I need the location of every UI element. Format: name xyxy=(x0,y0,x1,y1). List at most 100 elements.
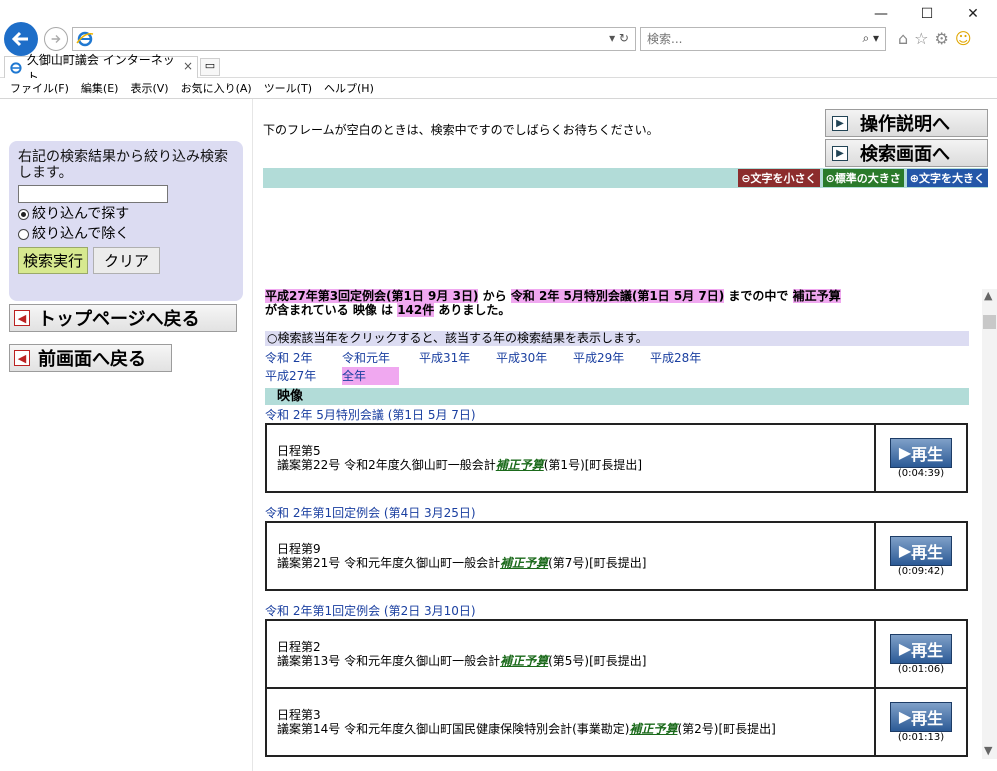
tab-close-icon[interactable]: × xyxy=(183,59,193,73)
video-duration: (0:01:13) xyxy=(897,731,945,743)
forward-button[interactable] xyxy=(44,27,68,51)
top-page-label: トップページへ戻る xyxy=(38,309,200,330)
tool-icons: ⌂ ☆ ⚙ ☺ xyxy=(898,29,972,48)
meeting-link[interactable]: 令和 2年 5月特別会議 (第1日 5月 7日) xyxy=(265,407,969,423)
clear-button[interactable]: クリア xyxy=(93,247,161,274)
play-label: 再生 xyxy=(911,542,944,562)
arrow-left-icon xyxy=(11,31,28,47)
result-summary: 平成27年第3回定例会(第1日 9月 3日) から 令和 2年 5月特別会議(第… xyxy=(265,289,969,317)
agenda-label: 日程第9 xyxy=(277,542,321,556)
new-tab-button[interactable]: ▭ xyxy=(200,58,220,76)
year-link[interactable]: 平成28年 xyxy=(650,349,707,367)
record-row: 日程第2 議案第13号 令和元年度久御山町一般会計補正予算(第5号)[町長提出]… xyxy=(265,619,968,689)
scroll-up-icon[interactable]: ▲ xyxy=(984,289,992,302)
play-button[interactable]: ▶ 再生 xyxy=(890,633,952,664)
keyword-highlight: 補正予算 xyxy=(495,458,544,472)
keyword-highlight: 補正予算 xyxy=(629,722,678,736)
range-word: までの中で xyxy=(724,289,793,303)
address-bar[interactable]: ▾ ↻ xyxy=(72,27,636,51)
radio-unchecked-icon[interactable] xyxy=(18,228,29,240)
year-link[interactable]: 令和 2年 xyxy=(265,349,322,367)
play-icon: ▶ xyxy=(898,541,912,560)
play-icon: ▶ xyxy=(898,443,912,462)
filter-panel: 右記の検索結果から絞り込み検索します。 絞り込んで探す 絞り込んで除く 検索実行… xyxy=(9,141,243,301)
browser-search-input[interactable] xyxy=(647,31,827,47)
left-frame: 右記の検索結果から絞り込み検索します。 絞り込んで探す 絞り込んで除く 検索実行… xyxy=(0,99,253,771)
tab-bar: 久御山町議会 インターネット... × ▭ xyxy=(0,53,997,84)
vertical-scrollbar[interactable]: ▲ ▼ xyxy=(982,289,997,759)
execute-search-button[interactable]: 検索実行 xyxy=(18,247,89,274)
smiley-icon[interactable]: ☺ xyxy=(955,29,972,48)
agenda-label: 日程第3 xyxy=(277,708,321,722)
agenda-label: 日程第5 xyxy=(277,444,321,458)
wait-message: 下のフレームが空白のときは、検索中ですのでしばらくお待ちください。 xyxy=(263,123,659,137)
prev-page-label: 前画面へ戻る xyxy=(38,349,146,370)
play-button[interactable]: ▶ 再生 xyxy=(890,701,952,732)
menu-tools[interactable]: ツール(T) xyxy=(264,80,312,96)
play-button[interactable]: ▶ 再生 xyxy=(890,437,952,468)
home-icon[interactable]: ⌂ xyxy=(898,29,908,48)
radio-narrow[interactable]: 絞り込んで探す xyxy=(18,205,234,223)
year-link[interactable]: 平成30年 xyxy=(496,349,553,367)
play-icon: ▶ xyxy=(898,639,912,658)
right-frame: 下のフレームが空白のときは、検索中ですのでしばらくお待ちください。 ▶ 操作説明… xyxy=(254,99,997,771)
from-word: から xyxy=(478,289,511,303)
bill-suffix: (第7号)[町長提出] xyxy=(548,556,647,570)
menu-favorites[interactable]: お気に入り(A) xyxy=(181,80,252,96)
meeting-link[interactable]: 令和 2年第1回定例会 (第2日 3月10日) xyxy=(265,603,969,619)
menu-help[interactable]: ヘルプ(H) xyxy=(324,80,374,96)
play-label: 再生 xyxy=(911,444,944,464)
star-icon[interactable]: ☆ xyxy=(914,29,928,48)
bill-suffix: (第1号)[町長提出] xyxy=(543,458,643,472)
guide-button[interactable]: ▶ 操作説明へ xyxy=(825,109,988,137)
scroll-down-icon[interactable]: ▼ xyxy=(984,744,992,757)
ie-logo-icon xyxy=(76,31,94,47)
guide-label: 操作説明へ xyxy=(860,114,950,135)
arrow-right-icon: ▶ xyxy=(832,145,848,161)
menu-edit[interactable]: 編集(E) xyxy=(81,80,119,96)
meeting-link[interactable]: 令和 2年第1回定例会 (第4日 3月25日) xyxy=(265,505,969,521)
filter-keyword-input[interactable] xyxy=(18,185,168,203)
play-cell: ▶ 再生 (0:01:13) xyxy=(876,689,966,755)
year-notice: ○検索該当年をクリックすると、該当する年の検索結果を表示します。 xyxy=(265,331,969,346)
record-row: 日程第9 議案第21号 令和元年度久御山町一般会計補正予算(第7号)[町長提出]… xyxy=(265,521,968,591)
year-link[interactable]: 平成27年 xyxy=(265,367,322,385)
found-text: ありました。 xyxy=(434,303,511,317)
ie-logo-icon xyxy=(10,61,22,74)
tab-active[interactable]: 久御山町議会 インターネット... × xyxy=(4,53,198,84)
search-icon[interactable]: ⌕ ▾ xyxy=(862,31,879,46)
search-screen-button[interactable]: ▶ 検索画面へ xyxy=(825,139,988,167)
year-link-all[interactable]: 全年 xyxy=(342,367,399,385)
bill-text: 議案第22号 令和2年度久御山町一般会計 xyxy=(277,458,496,472)
scroll-thumb[interactable] xyxy=(983,315,996,329)
gear-icon[interactable]: ⚙ xyxy=(935,29,949,48)
top-page-button[interactable]: ◀ トップページへ戻る xyxy=(9,304,237,332)
browser-search[interactable]: ⌕ ▾ xyxy=(640,27,886,51)
year-link[interactable]: 平成29年 xyxy=(573,349,630,367)
keyword-highlight: 補正予算 xyxy=(500,556,549,570)
year-link[interactable]: 平成31年 xyxy=(419,349,476,367)
play-button[interactable]: ▶ 再生 xyxy=(890,535,952,566)
play-cell: ▶ 再生 (0:01:06) xyxy=(876,621,966,687)
video-duration: (0:01:06) xyxy=(897,663,945,675)
maximize-button[interactable]: ☐ xyxy=(912,6,942,22)
menu-file[interactable]: ファイル(F) xyxy=(10,80,69,96)
play-cell: ▶ 再生 (0:09:42) xyxy=(876,523,966,589)
menu-view[interactable]: 表示(V) xyxy=(130,80,168,96)
close-window-button[interactable]: ✕ xyxy=(958,6,988,22)
refresh-icon[interactable]: ▾ ↻ xyxy=(609,31,629,45)
contains-text: が含まれている 映像 は xyxy=(265,303,398,317)
radio-exclude[interactable]: 絞り込んで除く xyxy=(18,225,234,243)
search-results: 平成27年第3回定例会(第1日 9月 3日) から 令和 2年 5月特別会議(第… xyxy=(265,289,969,757)
year-link[interactable]: 令和元年 xyxy=(342,349,399,367)
record-row: 日程第3 議案第14号 令和元年度久御山町国民健康保険特別会計(事業勘定)補正予… xyxy=(265,689,968,757)
text-larger-button[interactable]: ⊕文字を大きく xyxy=(906,169,988,187)
prev-page-button[interactable]: ◀ 前画面へ戻る xyxy=(9,344,172,372)
text-smaller-button[interactable]: ⊖文字を小さく xyxy=(738,169,820,187)
bill-text: 議案第21号 令和元年度久御山町一般会計 xyxy=(277,556,501,570)
radio-exclude-label: 絞り込んで除く xyxy=(32,226,130,242)
bill-text: 議案第13号 令和元年度久御山町一般会計 xyxy=(277,654,501,668)
text-standard-button[interactable]: ⊙標準の大きさ xyxy=(822,169,904,187)
minimize-button[interactable]: — xyxy=(866,6,896,22)
radio-checked-icon[interactable] xyxy=(18,208,29,220)
